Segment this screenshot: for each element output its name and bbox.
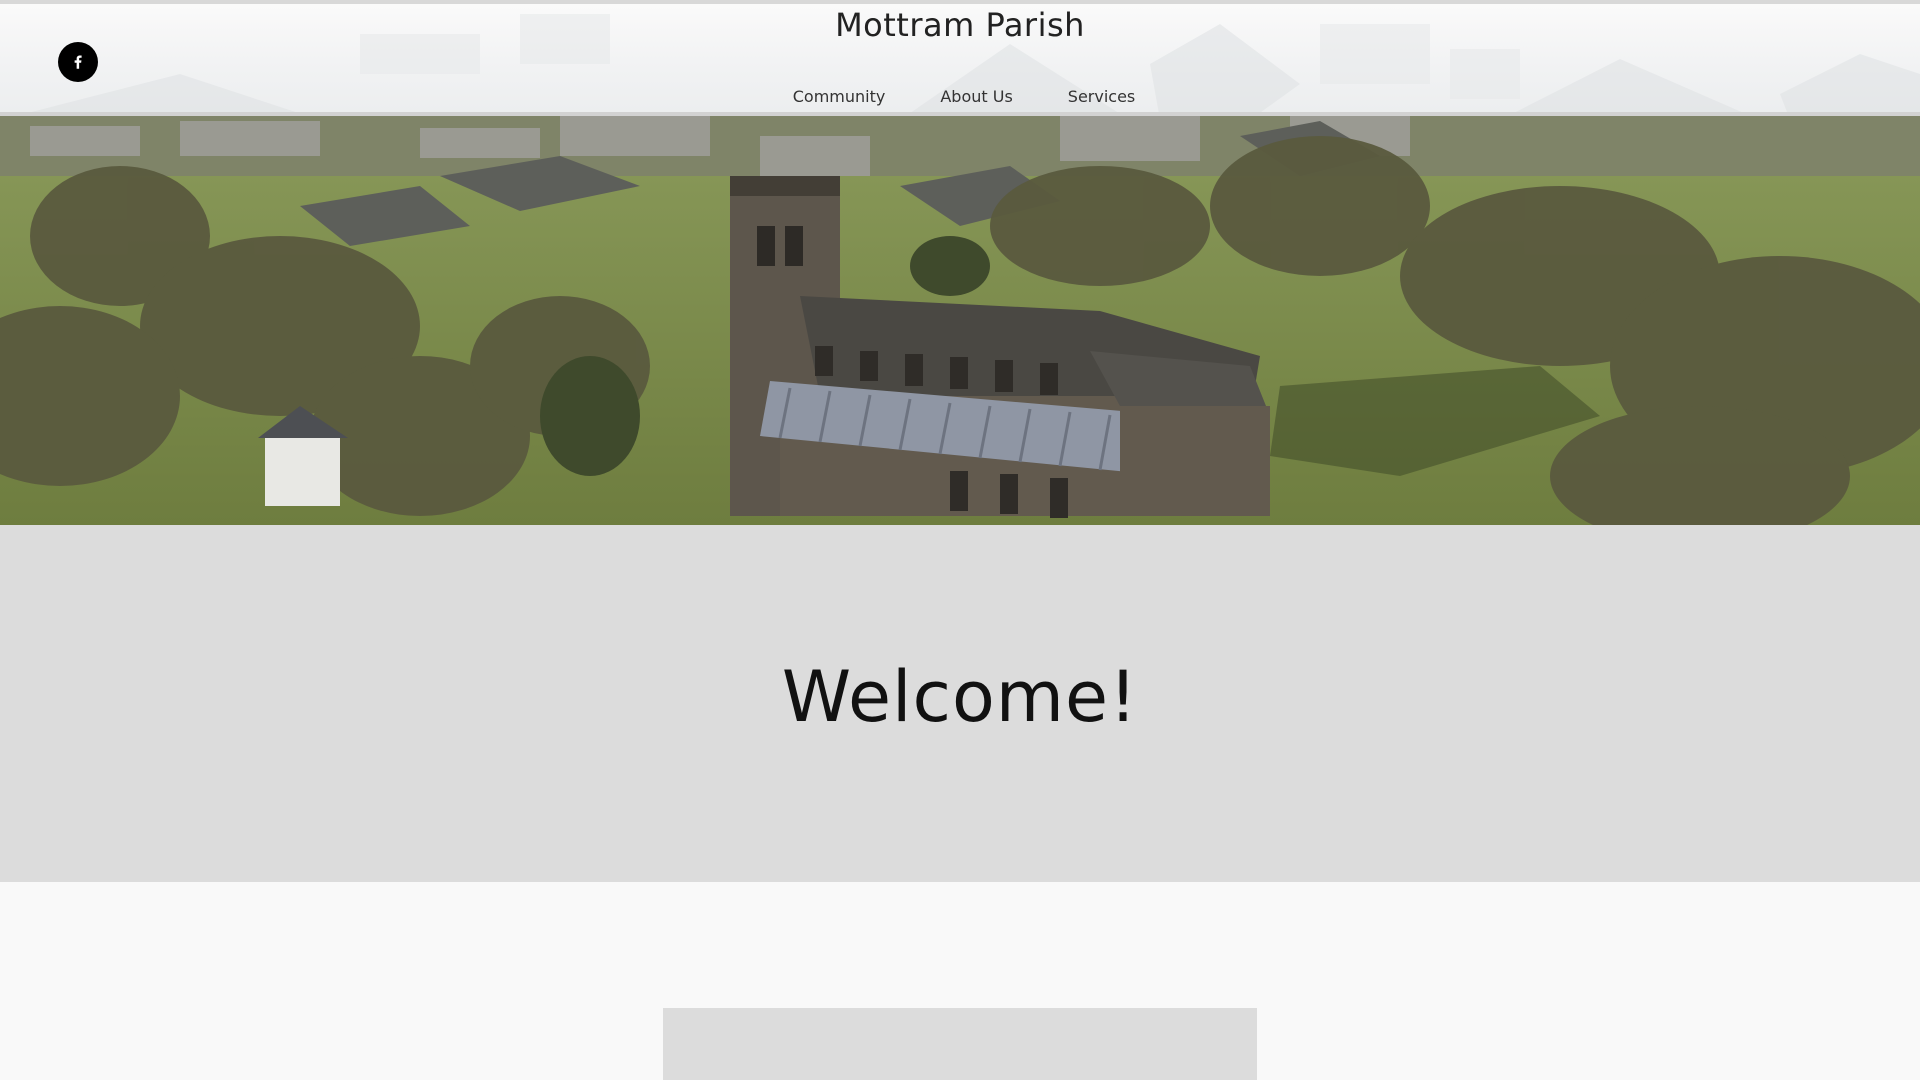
nav-link-services[interactable]: Services: [1068, 87, 1135, 106]
facebook-icon: [74, 55, 82, 69]
site-title[interactable]: Mottram Parish: [0, 6, 1920, 44]
nav-link-community[interactable]: Community: [793, 87, 886, 106]
welcome-section: Welcome!: [0, 525, 1920, 882]
main-nav: Community About Us Services: [0, 87, 1920, 106]
hero-church-image: [0, 116, 1920, 525]
facebook-button[interactable]: [58, 42, 98, 82]
welcome-heading: Welcome!: [781, 655, 1139, 738]
content-area: [0, 882, 1920, 1080]
content-card-placeholder: [663, 1008, 1257, 1080]
nav-link-about-us[interactable]: About Us: [940, 87, 1012, 106]
site-header: Mottram Parish Community About Us Servic…: [0, 0, 1920, 116]
hero-banner: [0, 116, 1920, 525]
